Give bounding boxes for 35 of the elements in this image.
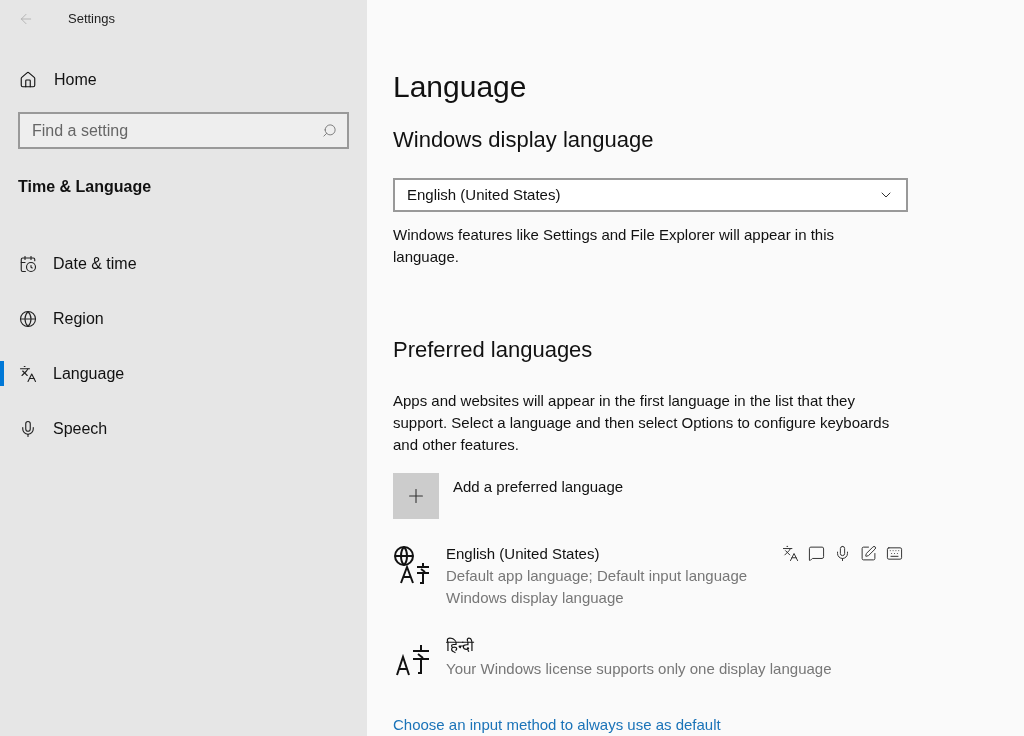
globe-icon xyxy=(19,309,37,328)
calendar-clock-icon xyxy=(19,254,37,273)
section-title: Time & Language xyxy=(18,177,153,197)
search-icon xyxy=(322,123,337,138)
section-heading: Windows display language xyxy=(393,126,655,154)
keyboard-icon xyxy=(886,545,903,563)
language-icon xyxy=(782,545,799,563)
description-text: Apps and websites will appear in the first language in the list that they support. Select a language and then select Options to configure keyboards and other features. xyxy=(393,390,891,455)
nav-item[interactable]: Region xyxy=(0,306,200,331)
language-item[interactable]: English (United States) Default app language; Default input language Windows display language xyxy=(393,542,903,609)
language-dropdown[interactable]: English (United States) xyxy=(393,178,908,212)
nav-item[interactable]: Date & time xyxy=(0,251,200,276)
language-detail: Your Windows license supports only one display language xyxy=(446,658,833,679)
search-field[interactable]: Find a setting xyxy=(18,112,349,149)
section-heading: Preferred languages xyxy=(393,335,594,364)
language-detail: Default app language; Default input language xyxy=(446,566,749,586)
nav-item[interactable]: Speech xyxy=(0,416,200,441)
description-text: Windows features like Settings and File Explorer will appear in this language. xyxy=(393,224,836,267)
language-detail: Windows display language xyxy=(446,588,625,608)
language-name: हिन्दी xyxy=(446,636,474,656)
window-title: Settings xyxy=(68,10,115,29)
add-button[interactable] xyxy=(393,472,439,519)
nav-item[interactable]: Language xyxy=(0,361,200,386)
speech-bubble-icon xyxy=(808,545,825,563)
home-link[interactable]: Home xyxy=(19,68,97,92)
language-icon xyxy=(19,364,37,383)
microphone-icon xyxy=(834,545,851,563)
home-icon xyxy=(19,71,37,89)
microphone-icon xyxy=(19,419,37,438)
input-method-link[interactable]: Choose an input method to always use as default xyxy=(393,713,721,736)
language-name: English (United States) xyxy=(446,543,600,564)
pen-icon xyxy=(860,545,877,563)
add-language-label[interactable]: Add a preferred language xyxy=(453,475,624,498)
page-title: Language xyxy=(393,69,528,105)
language-item[interactable]: हिन्दी Your Windows license supports only one display language xyxy=(393,635,903,680)
